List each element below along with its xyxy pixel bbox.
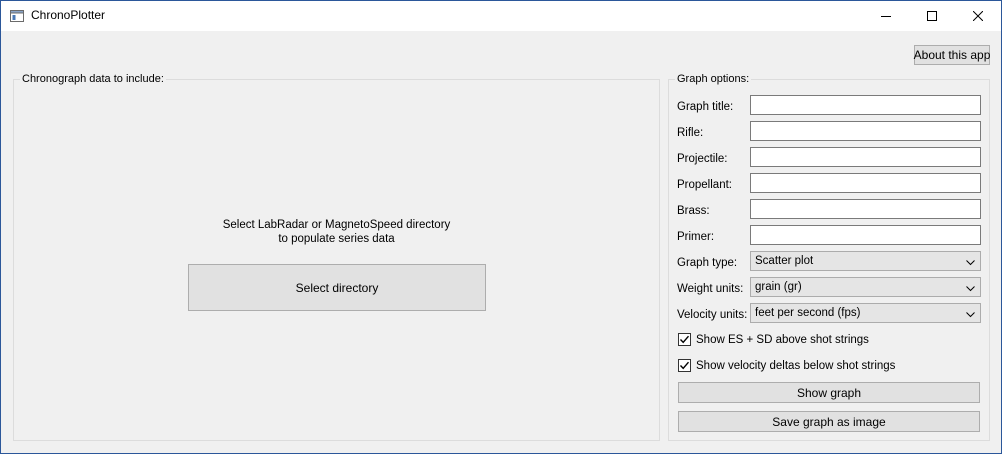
maximize-button[interactable] <box>909 1 955 31</box>
chronograph-data-title: Chronograph data to include: <box>20 73 166 85</box>
propellant-label: Propellant: <box>677 179 732 191</box>
chevron-down-icon <box>966 257 975 269</box>
brass-label: Brass: <box>677 205 710 217</box>
velocity-units-label: Velocity units: <box>677 309 748 321</box>
close-icon <box>973 11 983 21</box>
weight-units-select[interactable]: grain (gr) <box>750 277 981 297</box>
graph-options-title: Graph options: <box>675 73 752 85</box>
show-deltas-checkbox[interactable] <box>678 359 691 372</box>
show-deltas-label: Show velocity deltas below shot strings <box>696 359 896 372</box>
weight-units-label: Weight units: <box>677 283 744 295</box>
app-window: ChronoPlotter About this app Chronograph… <box>0 0 1002 454</box>
graph-type-value: Scatter plot <box>755 255 814 267</box>
app-window-icon <box>10 9 24 23</box>
chevron-down-icon <box>966 309 975 321</box>
message-line-1: Select LabRadar or MagnetoSpeed director… <box>222 219 451 231</box>
brass-input[interactable] <box>750 199 981 219</box>
weight-units-value: grain (gr) <box>755 281 802 293</box>
chronograph-data-group: Chronograph data to include: Select LabR… <box>13 73 660 441</box>
propellant-input[interactable] <box>750 173 981 193</box>
save-graph-button[interactable]: Save graph as image <box>678 411 980 432</box>
select-directory-button[interactable]: Select directory <box>188 264 486 311</box>
show-es-sd-checkbox[interactable] <box>678 333 691 346</box>
graph-options-group: Graph options: Graph title: Rifle: Proje… <box>668 73 990 441</box>
minimize-button[interactable] <box>863 1 909 31</box>
about-button[interactable]: About this app <box>914 45 990 65</box>
graph-type-select[interactable]: Scatter plot <box>750 251 981 271</box>
close-button[interactable] <box>955 1 1001 31</box>
show-es-sd-label: Show ES + SD above shot strings <box>696 333 869 346</box>
show-graph-button[interactable]: Show graph <box>678 382 980 403</box>
rifle-label: Rifle: <box>677 127 704 139</box>
graph-title-input[interactable] <box>750 95 981 115</box>
primer-input[interactable] <box>750 225 981 245</box>
velocity-units-value: feet per second (fps) <box>755 307 861 319</box>
message-line-2: to populate series data <box>278 233 395 245</box>
maximize-icon <box>927 11 937 21</box>
primer-label: Primer: <box>677 231 715 243</box>
graph-title-label: Graph title: <box>677 101 734 113</box>
show-deltas-checkbox-row[interactable]: Show velocity deltas below shot strings <box>678 359 895 372</box>
select-directory-message: Select LabRadar or MagnetoSpeed director… <box>14 218 659 246</box>
title-bar: ChronoPlotter <box>1 1 1001 31</box>
graph-type-label: Graph type: <box>677 257 738 269</box>
rifle-input[interactable] <box>750 121 981 141</box>
minimize-icon <box>881 11 891 21</box>
velocity-units-select[interactable]: feet per second (fps) <box>750 303 981 323</box>
chevron-down-icon <box>966 283 975 295</box>
projectile-label: Projectile: <box>677 153 728 165</box>
show-es-sd-checkbox-row[interactable]: Show ES + SD above shot strings <box>678 333 869 346</box>
projectile-input[interactable] <box>750 147 981 167</box>
window-title: ChronoPlotter <box>31 8 106 22</box>
